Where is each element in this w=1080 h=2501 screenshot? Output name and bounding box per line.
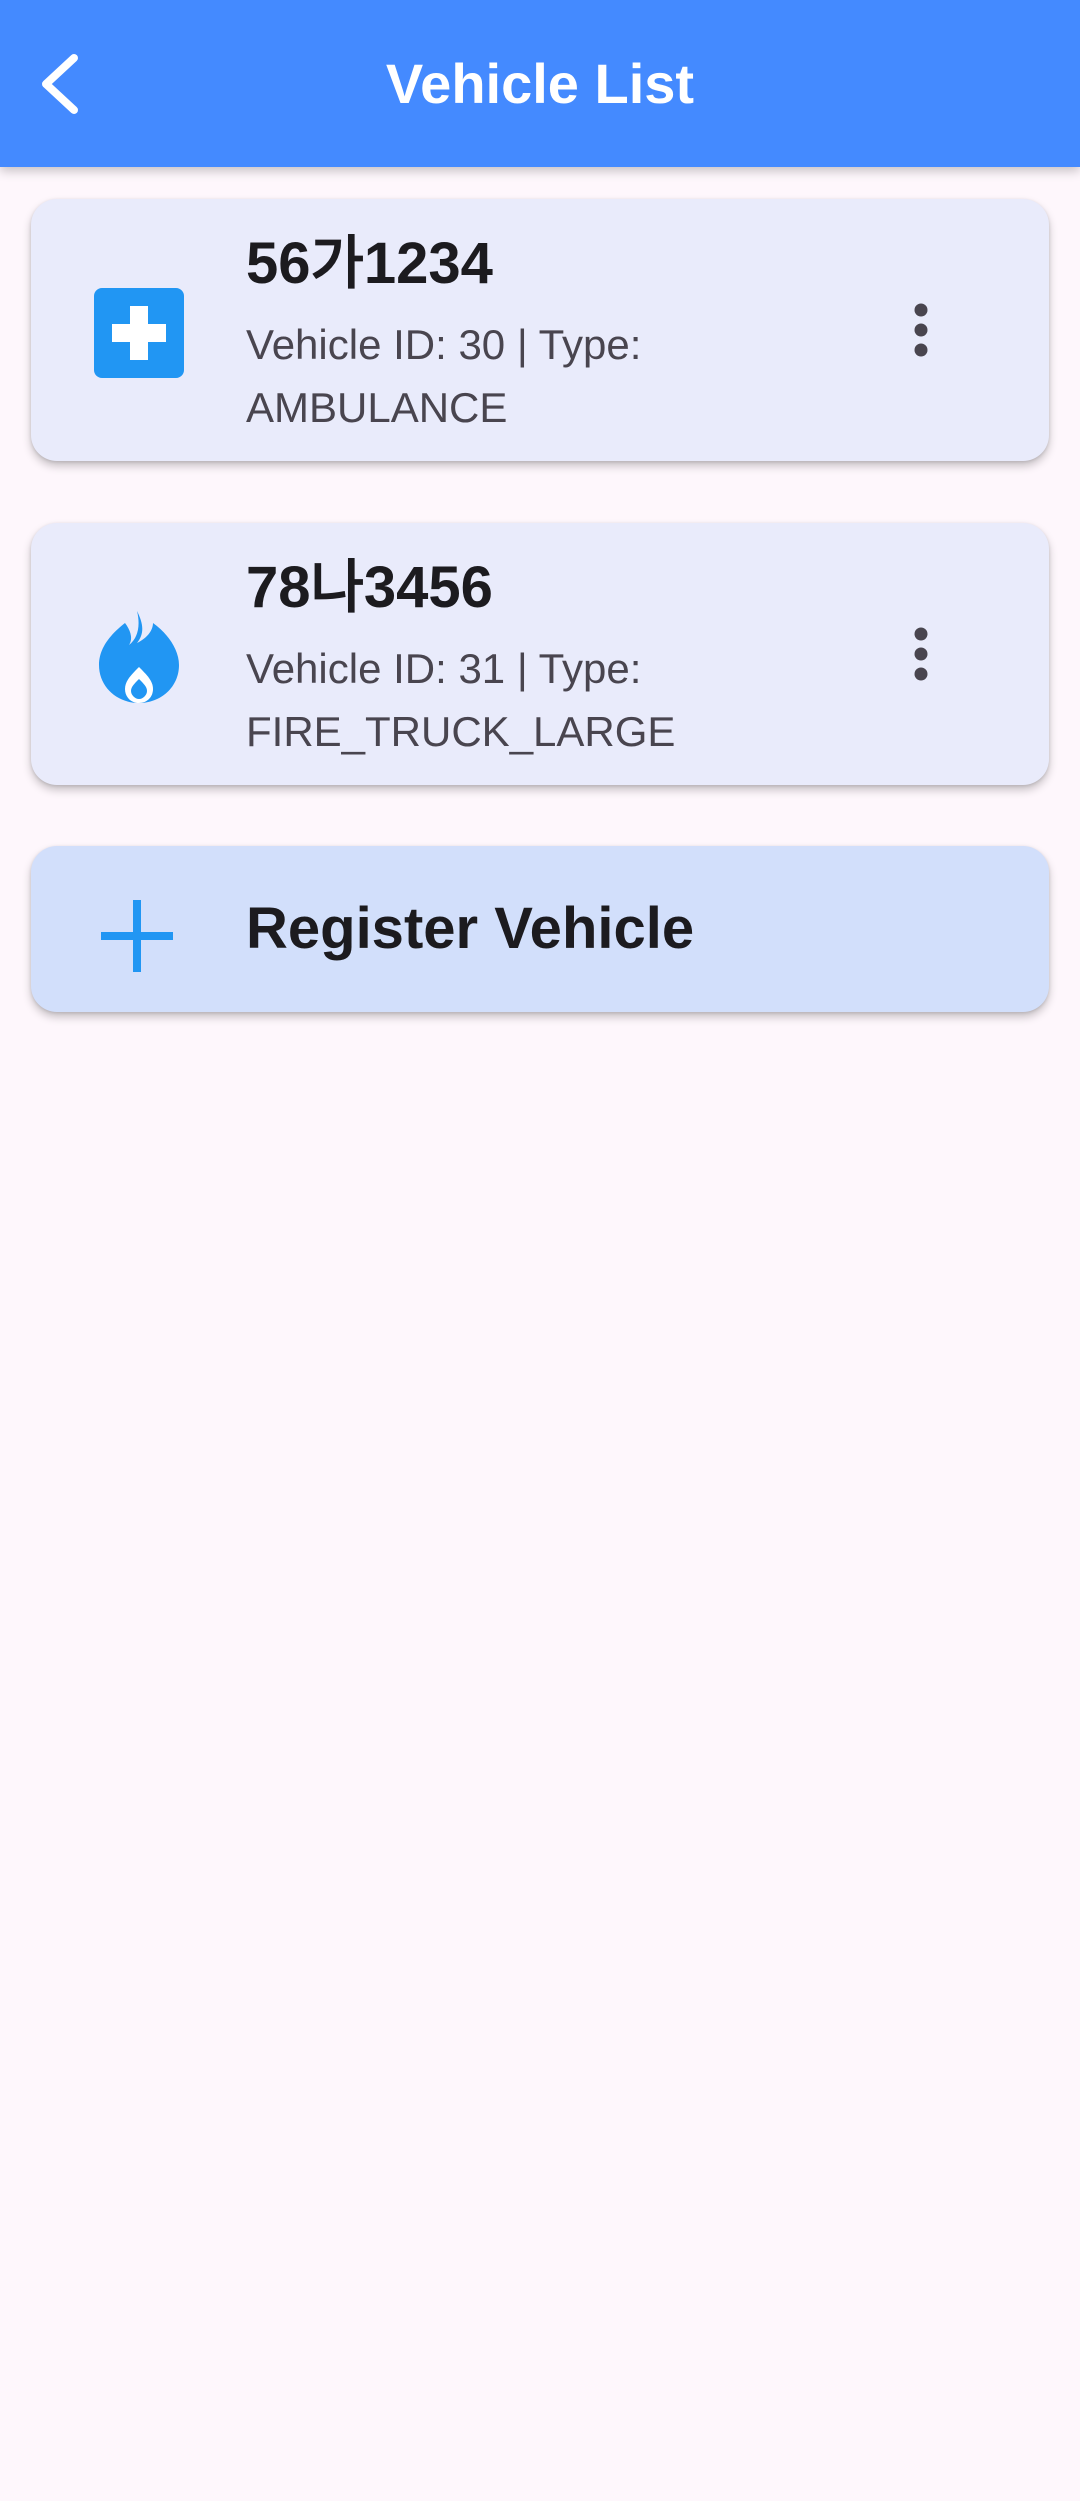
vehicle-details: Vehicle ID: 30 | Type: AMBULANCE [246,321,642,431]
back-button[interactable] [18,42,102,126]
medical-cross-icon [94,288,184,378]
more-options-button[interactable] [881,614,961,694]
add-icon [101,900,173,972]
chevron-left-icon [42,54,78,114]
vehicle-plate: 56가1234 [246,231,493,296]
card-icon-wrapper [91,609,187,705]
more-vert-icon [914,627,928,681]
more-options-button[interactable] [881,290,961,370]
page-title: Vehicle List [385,52,695,115]
vehicle-card[interactable]: 56가1234 Vehicle ID: 30 | Type: AMBULANCE [31,199,1049,461]
app-bar: Vehicle List [0,0,1080,167]
register-vehicle-label: Register Vehicle [246,896,695,961]
register-icon-wrapper [97,896,177,976]
vehicle-details: Vehicle ID: 31 | Type: FIRE_TRUCK_LARGE [246,645,676,755]
vehicle-plate: 78나3456 [246,555,493,620]
more-vert-icon [914,303,928,357]
card-icon-wrapper [91,285,187,381]
register-vehicle-button[interactable]: Register Vehicle [31,846,1049,1012]
fire-icon [99,611,179,703]
vehicle-card[interactable]: 78나3456 Vehicle ID: 31 | Type: FIRE_TRUC… [31,523,1049,785]
